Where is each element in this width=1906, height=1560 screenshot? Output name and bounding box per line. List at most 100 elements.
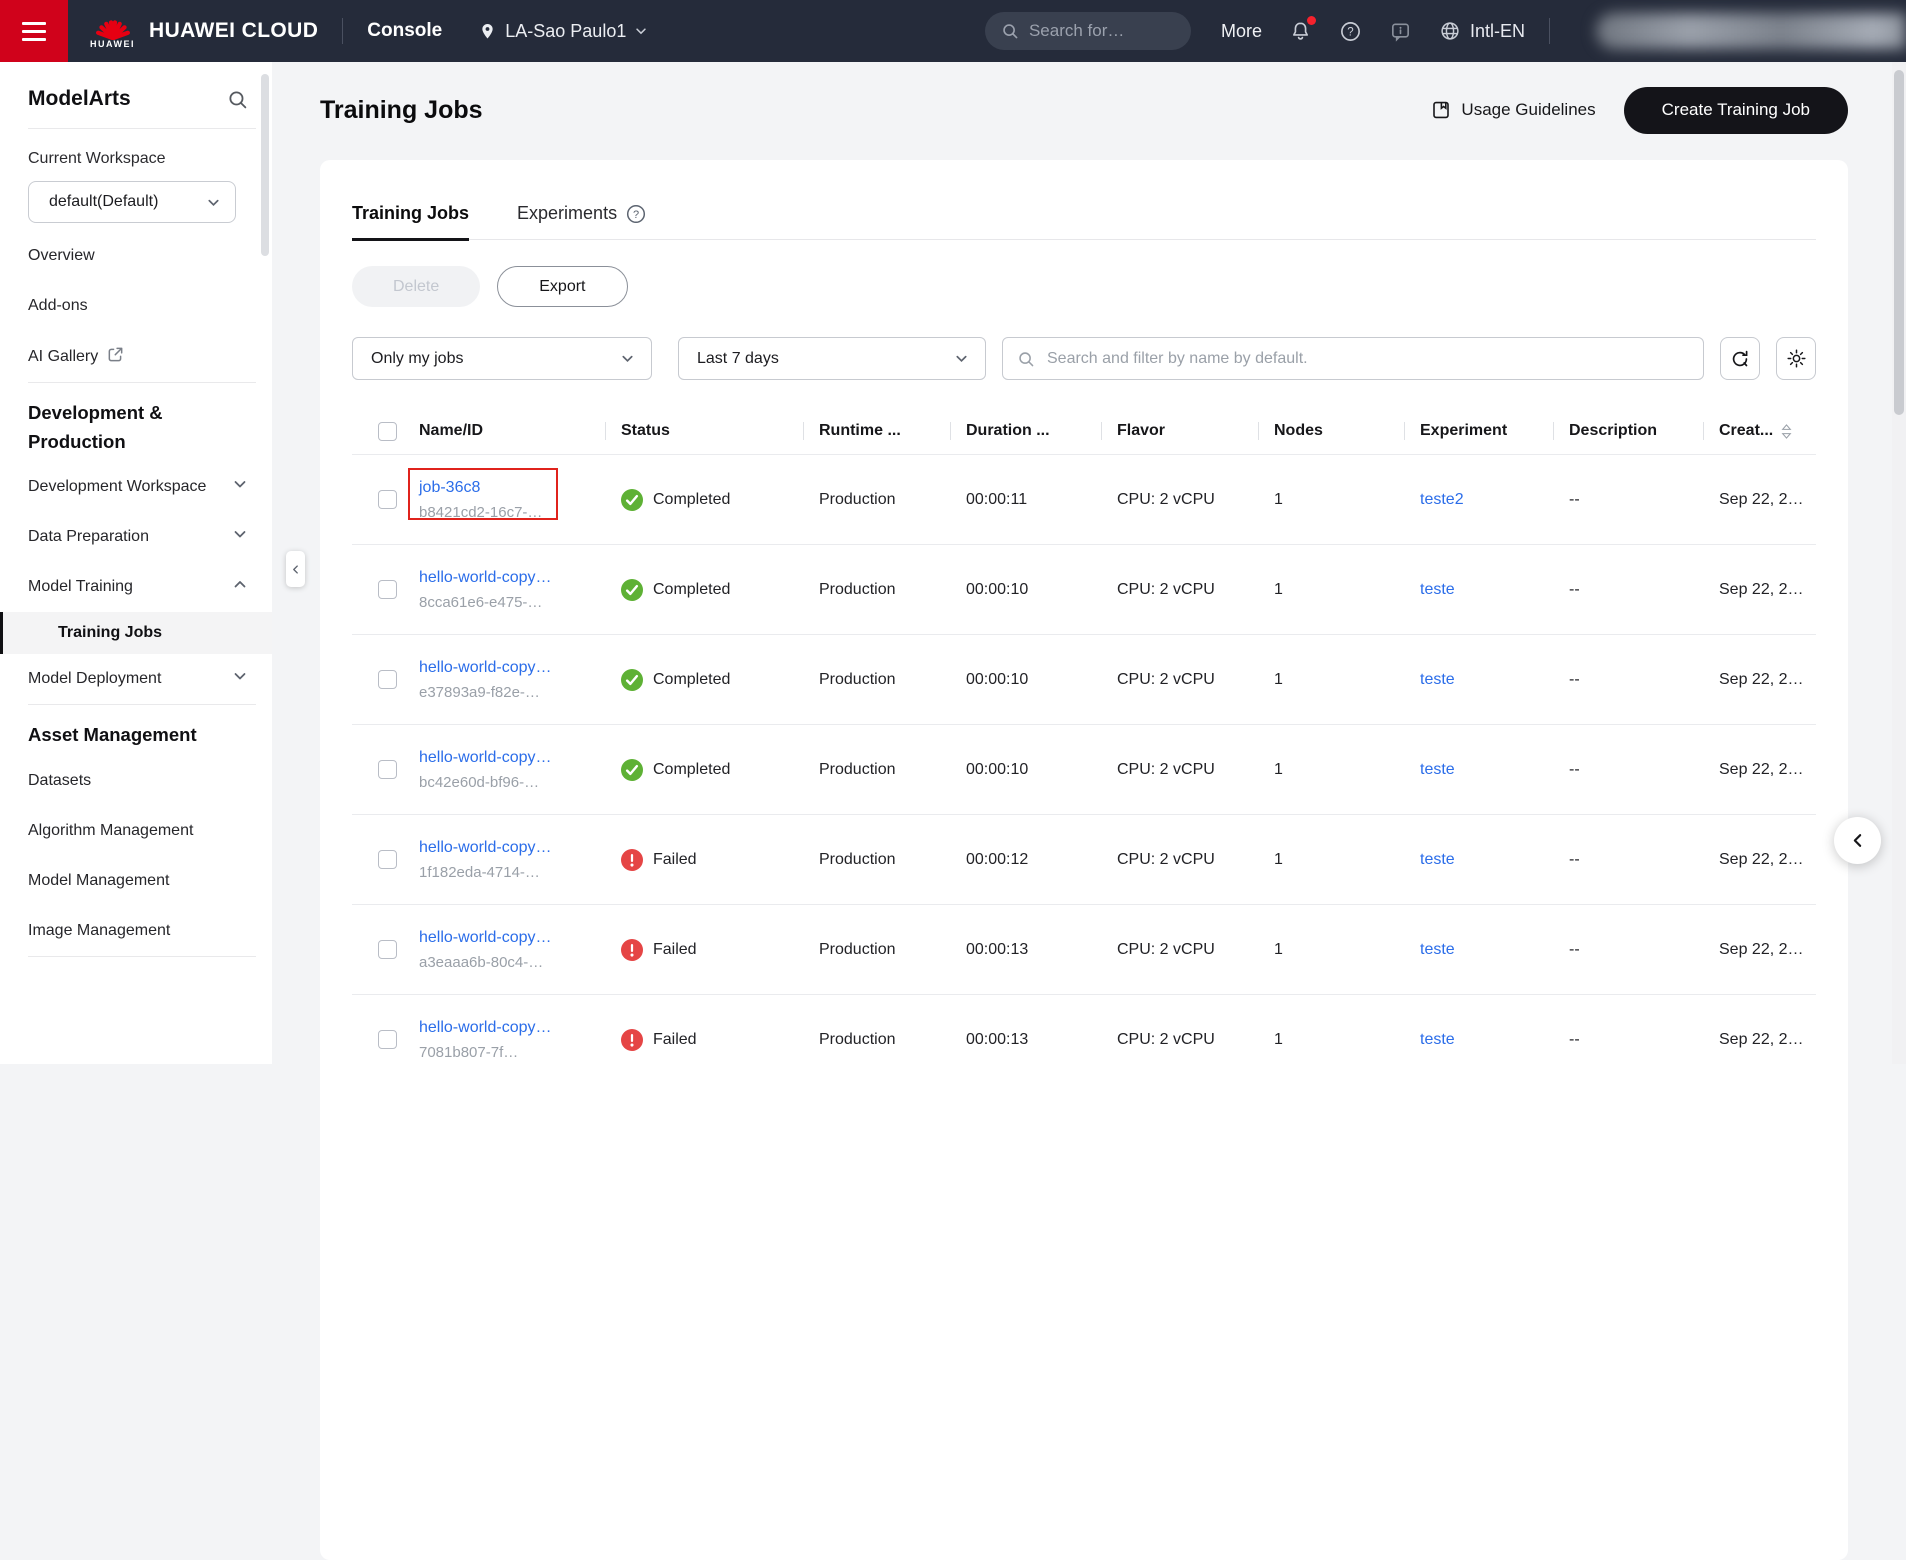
location-pin-icon [478,22,497,41]
experiment-link[interactable]: teste [1420,851,1455,868]
job-name-link[interactable]: hello-world-copy… [419,569,552,586]
table-row: hello-world-copy…e37893a9-f82e-…Complete… [352,634,1816,724]
window-scrollbar-thumb[interactable] [1894,70,1904,415]
feedback-icon [1389,20,1412,43]
table-settings-button[interactable] [1776,337,1816,380]
usage-guidelines-link[interactable]: Usage Guidelines [1431,100,1595,120]
account-name-redacted[interactable] [1596,13,1906,49]
table-row: hello-world-copy… bc42e60d-bf96-…Complete… [352,724,1816,814]
gear-icon [1786,348,1807,369]
experiment-link[interactable]: teste [1420,581,1455,598]
row-checkbox[interactable] [378,580,397,599]
sidebar-item-data-preparation[interactable]: Data Preparation [28,512,272,562]
sidebar-item-training-jobs[interactable]: Training Jobs [0,612,272,654]
job-id: bc42e60d-bf96-… [419,774,605,791]
sidebar-item-model-deployment[interactable]: Model Deployment [28,654,272,704]
name-id-cell: hello-world-copy…8cca61e6-e475-… [403,569,605,611]
more-menu[interactable]: More [1221,21,1262,42]
job-name-link[interactable]: hello-world-copy… [419,749,552,766]
notifications-button[interactable] [1289,20,1312,43]
job-name-link[interactable]: hello-world-copy… [419,1019,552,1036]
tab-experiments[interactable]: Experiments ? [517,203,646,241]
sidebar-item-model-training[interactable]: Model Training [28,562,272,612]
sidebar-item-ai-gallery[interactable]: AI Gallery [28,331,272,382]
status-cell: Completed [605,759,803,781]
sidebar-divider [28,956,256,957]
row-checkbox[interactable] [378,490,397,509]
status-completed-icon [621,489,643,511]
nodes-cell: 1 [1258,491,1404,509]
tab-label: Training Jobs [352,203,469,224]
experiment-link[interactable]: teste [1420,761,1455,778]
job-name-link[interactable]: hello-world-copy… [419,839,552,856]
row-checkbox[interactable] [378,760,397,779]
experiment-link[interactable]: teste [1420,671,1455,688]
brand-title: HUAWEI CLOUD [149,19,318,43]
description-cell: -- [1553,851,1703,869]
sidebar-divider [28,128,256,129]
runtime-cell: Production [803,491,950,509]
job-name-link[interactable]: hello-world-copy… [419,929,552,946]
delete-button[interactable]: Delete [352,266,480,307]
console-link[interactable]: Console [367,20,442,42]
sidebar-item-overview[interactable]: Overview [28,231,272,281]
global-search-input[interactable]: Search for… [985,12,1191,50]
sidebar-item-label: Data Preparation [28,528,149,545]
sidebar-item-model-management[interactable]: Model Management [28,856,272,906]
row-checkbox[interactable] [378,940,397,959]
chevron-down-icon [634,24,648,38]
sidebar-item-image-management[interactable]: Image Management [28,906,272,956]
experiment-link[interactable]: teste2 [1420,491,1464,508]
sort-icon[interactable] [1780,423,1793,440]
job-name-link[interactable]: job-36c8 [419,479,480,496]
create-training-job-button[interactable]: Create Training Job [1624,87,1848,134]
window-scrollbar[interactable] [1892,62,1906,1064]
experiment-link[interactable]: teste [1420,941,1455,958]
jobs-filter-select[interactable]: Only my jobs [352,337,652,380]
experiment-cell: teste [1404,761,1553,779]
sidebar-item-add-ons[interactable]: Add-ons [28,281,272,331]
region-selector[interactable]: LA-Sao Paulo1 [478,21,648,42]
panel-collapse-button[interactable] [1834,817,1881,864]
sidebar-collapse-handle[interactable] [286,551,305,587]
sidebar-search-icon[interactable] [227,89,248,110]
sidebar-item-label: Model Training [28,578,133,595]
experiment-link[interactable]: teste [1420,1031,1455,1048]
table-search-input[interactable] [1045,349,1689,369]
sidebar-item-label: Image Management [28,922,170,939]
row-checkbox[interactable] [378,850,397,869]
time-filter-select[interactable]: Last 7 days [678,337,986,380]
sidebar-item-algorithm-management[interactable]: Algorithm Management [28,806,272,856]
language-selector[interactable]: Intl-EN [1439,20,1525,42]
usage-guidelines-label: Usage Guidelines [1461,100,1595,120]
row-checkbox-cell [352,760,403,779]
tab-training-jobs[interactable]: Training Jobs [352,203,469,241]
hamburger-menu-icon[interactable] [0,0,68,62]
experiment-cell: teste [1404,941,1553,959]
table-row: hello-world-copy…1f182eda-4714-…FailedPr… [352,814,1816,904]
column-header-flavor: Flavor [1101,422,1258,440]
sidebar-scrollbar[interactable] [261,74,269,256]
job-name-link[interactable]: hello-world-copy… [419,659,552,676]
jobs-filter-value: Only my jobs [371,350,463,368]
help-circle-icon[interactable]: ? [626,204,646,224]
main-area: Training Jobs Usage Guidelines Create Tr… [272,62,1906,1064]
page-title: Training Jobs [320,96,483,125]
sidebar: ModelArts Current Workspace default(Defa… [0,62,272,1064]
column-header-status: Status [605,422,803,440]
navbar-divider [342,18,343,44]
header-checkbox[interactable] [378,422,397,441]
nodes-cell: 1 [1258,761,1404,779]
status-cell: Failed [605,939,803,961]
row-checkbox[interactable] [378,1030,397,1049]
column-header-label: Runtime ... [819,422,901,440]
export-button[interactable]: Export [497,266,627,307]
flavor-cell: CPU: 2 vCPU [1101,851,1258,869]
help-button[interactable]: ? [1339,20,1362,43]
sidebar-item-development-workspace[interactable]: Development Workspace [28,462,272,512]
sidebar-item-datasets[interactable]: Datasets [28,756,272,806]
feedback-button[interactable] [1389,20,1412,43]
row-checkbox[interactable] [378,670,397,689]
workspace-select[interactable]: default(Default) [28,181,236,223]
refresh-button[interactable] [1720,337,1760,380]
